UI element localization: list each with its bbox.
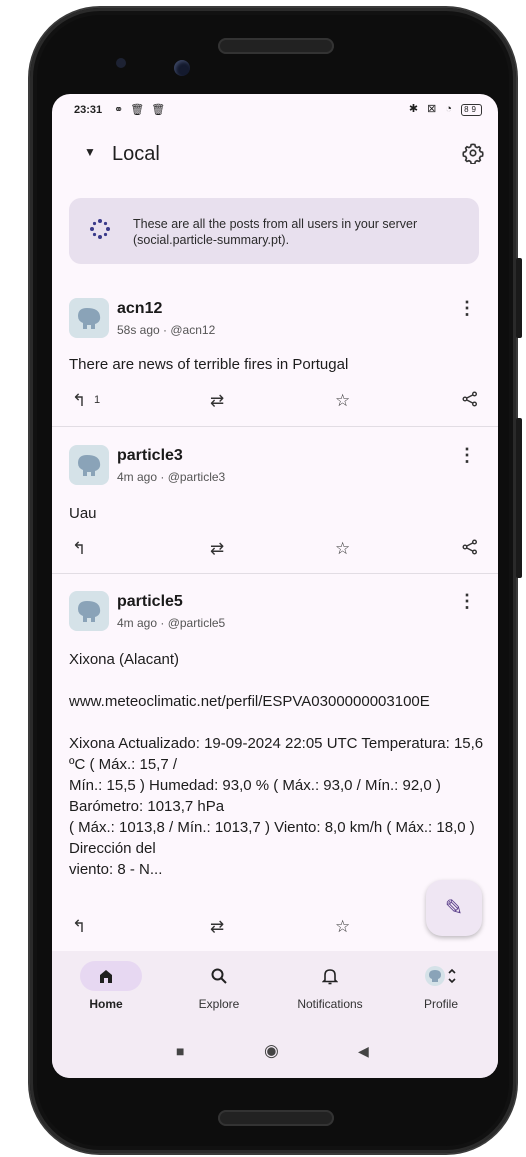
content-line: viento: 8 - N...: [69, 861, 163, 878]
banner-text: These are all the posts from all users i…: [133, 217, 418, 247]
content-line: Xixona (Alacant): [69, 651, 180, 668]
post-content: Xixona (Alacant) www.meteoclimatic.net/p…: [69, 649, 485, 880]
front-camera: [174, 60, 190, 76]
favourite-icon[interactable]: ☆: [335, 391, 350, 411]
avatar[interactable]: [69, 298, 109, 338]
battery-icon: 89: [461, 104, 482, 116]
bell-icon: [280, 961, 380, 991]
power-button: [516, 258, 522, 338]
favourite-icon[interactable]: ☆: [335, 539, 350, 559]
app-bar: ▼ Local: [52, 130, 498, 180]
reply-icon[interactable]: ↰: [72, 917, 86, 937]
home-circle-icon[interactable]: ◉: [264, 1041, 279, 1061]
back-icon[interactable]: ◀: [358, 1043, 369, 1060]
avatar[interactable]: [69, 591, 109, 631]
content-line: Mín.: 15,5 ) Humedad: 93,0 % ( Máx.: 93,…: [69, 777, 441, 815]
more-options-icon[interactable]: ⋮: [458, 445, 476, 466]
nav-profile[interactable]: Profile: [391, 961, 491, 1011]
more-options-icon[interactable]: ⋮: [458, 591, 476, 612]
post-actions: ↰ 1 ⇄ ☆: [52, 391, 498, 415]
status-bar: 23:31 ⚭ 🗑 🗑 ✱ ⊠ ◔ 89: [52, 94, 498, 126]
post-content: Uau: [69, 505, 97, 522]
timeline-icon: [89, 218, 111, 246]
home-icon: [56, 961, 156, 991]
nav-home[interactable]: Home: [56, 961, 156, 1011]
reply-icon[interactable]: ↰: [72, 391, 86, 411]
post-author-name[interactable]: particle3: [117, 447, 183, 465]
more-options-icon[interactable]: ⋮: [458, 298, 476, 319]
content-blank-line: [69, 712, 485, 733]
app-screen: 23:31 ⚭ 🗑 🗑 ✱ ⊠ ◔ 89 ▼ Local These are a…: [52, 94, 498, 1078]
content-line: Xixona Actualizado: 19-09-2024 22:05 UTC…: [69, 735, 484, 773]
boost-icon[interactable]: ⇄: [210, 539, 224, 559]
content-line: ( Máx.: 1013,8 / Mín.: 1013,7 ) Viento: …: [69, 819, 475, 857]
post-meta: 4m ago · @particle5: [117, 616, 226, 630]
share-icon[interactable]: [462, 539, 478, 560]
search-icon: [169, 961, 269, 991]
post-meta: 4m ago · @particle3: [117, 470, 226, 484]
post-author-name[interactable]: acn12: [117, 300, 162, 318]
volume-button: [516, 418, 522, 578]
post-item[interactable]: acn12 58s ago · @acn12 ⋮ There are news …: [52, 298, 498, 428]
nav-home-label: Home: [89, 997, 123, 1011]
post-author-name[interactable]: particle5: [117, 593, 183, 611]
divider: [52, 426, 498, 427]
avatar[interactable]: [69, 445, 109, 485]
recents-icon[interactable]: ■: [176, 1043, 184, 1059]
share-icon[interactable]: [462, 391, 478, 412]
system-icons: ✱ ⊠ ◔ 89: [409, 102, 482, 116]
bottom-speaker: [218, 1110, 334, 1126]
divider: [52, 573, 498, 574]
post-item[interactable]: particle3 4m ago · @particle3 ⋮ Uau ↰ ⇄ …: [52, 445, 498, 575]
boost-icon[interactable]: ⇄: [210, 391, 224, 411]
nav-explore[interactable]: Explore: [169, 961, 269, 1011]
gear-icon[interactable]: [462, 142, 484, 168]
post-content: There are news of terrible fires in Port…: [69, 356, 349, 373]
earpiece-speaker: [218, 38, 334, 54]
bottom-navigation: Home Explore Notifications Profile: [52, 951, 498, 1031]
system-navigation-bar: ■ ◉ ◀: [52, 1031, 498, 1078]
timeline-title[interactable]: Local: [112, 143, 160, 166]
info-banner: These are all the posts from all users i…: [69, 198, 479, 264]
content-blank-line: [69, 670, 485, 691]
boost-icon[interactable]: ⇄: [210, 917, 224, 937]
reply-icon[interactable]: ↰: [72, 539, 86, 559]
post-actions: ↰ ⇄ ☆: [52, 539, 498, 563]
nav-notifications-label: Notifications: [297, 997, 363, 1011]
pencil-icon: ✎: [444, 895, 464, 920]
compose-button[interactable]: ✎: [426, 880, 482, 936]
content-link[interactable]: www.meteoclimatic.net/perfil/ESPVA030000…: [69, 691, 485, 712]
profile-avatar-icon: [391, 961, 491, 991]
nav-notifications[interactable]: Notifications: [280, 961, 380, 1011]
nav-explore-label: Explore: [198, 997, 240, 1011]
system-status-icons: ✱ ⊠ ◔: [408, 103, 456, 115]
status-time: 23:31: [74, 104, 103, 116]
favourite-icon[interactable]: ☆: [335, 917, 350, 937]
notification-icons: ⚭ 🗑 🗑: [114, 104, 168, 116]
reply-count: 1: [94, 394, 101, 406]
nav-profile-label: Profile: [423, 997, 458, 1011]
timeline-dropdown-icon[interactable]: ▼: [84, 145, 96, 159]
sensor-dot: [116, 58, 126, 68]
post-meta: 58s ago · @acn12: [117, 323, 216, 337]
